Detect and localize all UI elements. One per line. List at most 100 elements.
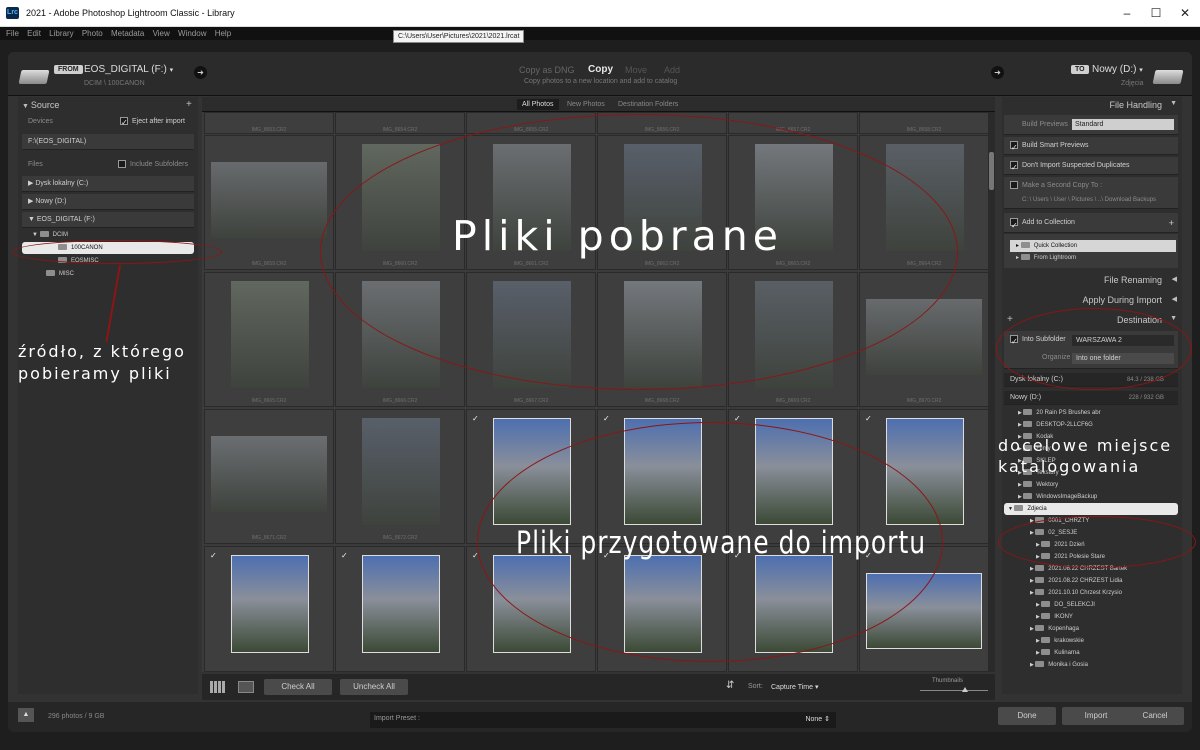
destination-folder[interactable]: ▶ Monika i Gosia	[1004, 659, 1178, 671]
done-button[interactable]: Done	[998, 707, 1056, 725]
photo-filename: IMG_8658.CR2	[906, 127, 942, 133]
from-tag: FROM	[54, 65, 83, 74]
no-duplicates-row[interactable]: Don't Import Suspected Duplicates	[1004, 157, 1178, 177]
photo-cell[interactable]: IMG_8653.CR2	[204, 112, 334, 134]
import-button[interactable]: Import	[1062, 707, 1130, 725]
destination-folder[interactable]: ▼ Zdjecia	[1004, 503, 1178, 515]
sort-select[interactable]: Capture Time ▾	[771, 683, 819, 691]
slider-handle[interactable]	[962, 687, 968, 692]
photo-cell[interactable]: ✓	[335, 546, 465, 672]
destination-folder[interactable]: ▶ IKONY	[1004, 611, 1178, 623]
close-icon[interactable]: ✕	[1176, 4, 1194, 22]
add-collection-row[interactable]: Add to Collection +	[1004, 213, 1178, 236]
menu-window[interactable]: Window	[178, 27, 206, 40]
mode-copy-as-dng[interactable]: Copy as DNG	[519, 65, 575, 75]
tab-new-photos[interactable]: New Photos	[562, 99, 610, 110]
photo-cell[interactable]: IMG_8658.CR2	[859, 112, 989, 134]
build-previews-select[interactable]: Standard	[1072, 119, 1174, 130]
chevron-down-icon: ▾	[1139, 67, 1143, 74]
photo-cell[interactable]: IMG_8659.CR2	[204, 135, 334, 270]
folder-dcim[interactable]: ▼ DCIM	[32, 229, 68, 241]
photo-cell[interactable]: IMG_8665.CR2	[204, 272, 334, 407]
drive-c-label: Dysk lokalny (C:)	[35, 180, 89, 187]
smart-previews-row[interactable]: Build Smart Previews	[1004, 137, 1178, 157]
tab-destination-folders[interactable]: Destination Folders	[613, 99, 683, 110]
photo-checkbox[interactable]: ✓	[341, 551, 348, 560]
drive-d[interactable]: ▶ Nowy (D:)	[22, 194, 194, 210]
photo-checkbox[interactable]: ✓	[865, 414, 872, 423]
loupe-view-icon[interactable]	[238, 681, 254, 693]
minimize-icon[interactable]: –	[1118, 4, 1136, 22]
source-name[interactable]: EOS_DIGITAL (F:) ▾	[84, 64, 173, 75]
destination-folder[interactable]: ▶ Kopenhaga	[1004, 623, 1178, 635]
photo-checkbox[interactable]: ✓	[603, 414, 610, 423]
menu-metadata[interactable]: Metadata	[111, 27, 144, 40]
add-destination-icon[interactable]: +	[1007, 314, 1013, 325]
destination-folder[interactable]: ▶ DO_SELEKCJI	[1004, 599, 1178, 611]
folder-misc[interactable]: MISC	[46, 268, 74, 280]
grid-view-icon[interactable]	[210, 681, 226, 693]
mode-move[interactable]: Move	[625, 65, 647, 75]
photo-cell[interactable]: IMG_8672.CR2	[335, 409, 465, 544]
menu-view[interactable]: View	[153, 27, 170, 40]
destination-folder[interactable]: ▶ DESKTOP-2LLCF6G	[1004, 419, 1178, 431]
menu-help[interactable]: Help	[215, 27, 231, 40]
file-handling-title[interactable]: File Handling	[1109, 100, 1162, 110]
include-subfolders-checkbox[interactable]: Include Subfolders	[118, 157, 188, 173]
destination-folder[interactable]: ▶ 2021.10.10 Chrzest Krzysio	[1004, 587, 1178, 599]
apply-during-import-title[interactable]: Apply During Import	[1082, 295, 1162, 305]
scrollbar-thumb[interactable]	[989, 152, 994, 190]
sort-direction-icon[interactable]: ⇵	[726, 680, 734, 691]
window-title: 2021 - Adobe Photoshop Lightroom Classic…	[26, 8, 235, 18]
check-all-button[interactable]: Check All	[264, 679, 332, 695]
maximize-icon[interactable]: ☐	[1147, 4, 1165, 22]
drive-c[interactable]: ▶ Dysk lokalny (C:)	[22, 176, 194, 192]
destination-folder[interactable]: ▶ 2021.08.22 CHRZEST Lidia	[1004, 575, 1178, 587]
device-item[interactable]: F:\(EOS_DIGITAL)	[22, 134, 194, 150]
photo-cell[interactable]: ✓	[204, 546, 334, 672]
uncheck-all-button[interactable]: Uncheck All	[340, 679, 408, 695]
menu-library[interactable]: Library	[49, 27, 73, 40]
mode-copy[interactable]: Copy	[588, 64, 613, 75]
photo-cell[interactable]: IMG_8654.CR2	[335, 112, 465, 134]
menu-photo[interactable]: Photo	[82, 27, 103, 40]
add-icon[interactable]: +	[1169, 213, 1174, 233]
folder-icon	[1035, 661, 1045, 668]
eject-checkbox[interactable]: Eject after import	[120, 114, 185, 131]
grid-scrollbar[interactable]	[988, 112, 995, 672]
photo-checkbox[interactable]: ✓	[734, 414, 741, 423]
destination-folder[interactable]: ▶ krakowskie	[1004, 635, 1178, 647]
photo-checkbox[interactable]: ✓	[210, 551, 217, 560]
import-preset-select[interactable]: None ⇕	[805, 715, 830, 723]
tab-all-photos[interactable]: All Photos	[517, 99, 559, 110]
menu-edit[interactable]: Edit	[27, 27, 41, 40]
mode-add[interactable]: Add	[664, 65, 680, 75]
destination-folder[interactable]: ▶ WindowsImageBackup	[1004, 491, 1178, 503]
from-lightroom[interactable]: ▸ From Lightroom	[1016, 252, 1178, 264]
photo-checkbox[interactable]: ✓	[472, 414, 479, 423]
quick-collection[interactable]: ▸ Quick Collection	[1010, 240, 1176, 252]
file-renaming-title[interactable]: File Renaming	[1104, 275, 1162, 285]
destination-folder-label: WindowsImageBackup	[1036, 494, 1098, 500]
destination-folder[interactable]: ▶ 20 Rain PS Brushes abr	[1004, 407, 1178, 419]
annotation-pliki-przygotowane: Pliki przygotowane do importu	[516, 524, 927, 561]
destination-folder[interactable]: ▶ Wektory	[1004, 479, 1178, 491]
second-copy-row[interactable]: Make a Second Copy To : C: \ Users \ Use…	[1004, 177, 1178, 209]
destination-folder-label: Kopenhaga	[1048, 626, 1079, 632]
drive-f[interactable]: ▼ EOS_DIGITAL (F:)	[22, 212, 194, 228]
destination-name[interactable]: Nowy (D:) ▾	[1092, 64, 1143, 75]
drive-d-dest[interactable]: Nowy (D:) 228 / 932 GB	[1004, 391, 1178, 405]
source-header[interactable]: ▼ Source	[22, 100, 59, 110]
destination-folder[interactable]: ▶ Kulinarna	[1004, 647, 1178, 659]
drive-d-space: 228 / 932 GB	[1128, 395, 1164, 401]
add-icon[interactable]: +	[186, 99, 192, 110]
cancel-button[interactable]: Cancel	[1126, 707, 1184, 725]
eject-label: Eject after import	[132, 118, 185, 125]
annotation-ellipse-source	[12, 240, 222, 264]
photo-cell[interactable]: IMG_8671.CR2	[204, 409, 334, 544]
collapse-icon[interactable]: ▲	[18, 708, 34, 722]
menu-file[interactable]: File	[6, 27, 19, 40]
second-copy-path: C: \ Users \ User \ Pictures \ ..\ Downl…	[1022, 197, 1157, 203]
build-previews-row: Build Previews Standard	[1004, 115, 1178, 135]
thumbnails-slider[interactable]	[920, 687, 988, 692]
